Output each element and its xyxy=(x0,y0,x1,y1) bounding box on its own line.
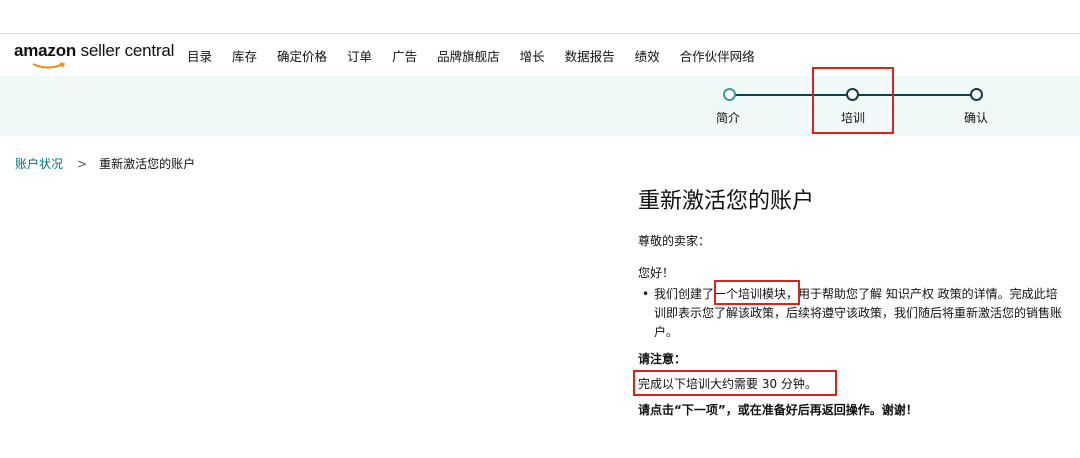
main-menu: 目录 库存 确定价格 订单 广告 品牌旗舰店 增长 数据报告 绩效 合作伙伴网络 xyxy=(187,46,775,65)
bullet-icon: • xyxy=(642,287,650,301)
nav-item-performance[interactable]: 绩效 xyxy=(635,46,660,65)
page-title: 重新激活您的账户 xyxy=(638,189,815,214)
top-navigation-bar: amazon seller central 目录 库存 确定价格 订单 广告 品… xyxy=(0,33,1080,77)
step-dot-confirm xyxy=(970,88,983,101)
breadcrumb-account-health-link[interactable]: 账户状况 xyxy=(15,157,63,171)
step-dot-intro xyxy=(723,88,736,101)
main-content: 重新激活您的账户 尊敬的卖家： 您好！ • 我们创建了一个培训模块，用于帮助您了… xyxy=(638,186,1068,417)
nav-item-pricing[interactable]: 确定价格 xyxy=(277,46,327,65)
step-label-intro: 简介 xyxy=(716,111,741,125)
duration-highlight xyxy=(633,370,837,396)
nav-item-stores[interactable]: 品牌旗舰店 xyxy=(437,46,500,65)
amazon-seller-central-logo[interactable]: amazon seller central xyxy=(14,41,174,73)
nav-item-reports[interactable]: 数据报告 xyxy=(565,46,615,65)
nav-item-orders[interactable]: 订单 xyxy=(347,46,372,65)
current-step-highlight xyxy=(812,67,894,134)
progress-stepper: 简介 培训 确认 xyxy=(0,76,1080,136)
note-title: 请注意： xyxy=(638,352,687,366)
breadcrumb-separator: > xyxy=(77,157,88,171)
amazon-smile-icon xyxy=(32,62,66,69)
step-label-confirm: 确认 xyxy=(964,111,989,125)
logo-text: amazon seller central xyxy=(14,41,175,60)
nav-item-growth[interactable]: 增长 xyxy=(520,46,545,65)
breadcrumb: 账户状况 > 重新激活您的账户 xyxy=(15,155,195,172)
nav-item-inventory[interactable]: 库存 xyxy=(232,46,257,65)
breadcrumb-current: 重新激活您的账户 xyxy=(99,157,196,171)
greeting-text: 您好！ xyxy=(638,266,675,280)
nav-item-catalog[interactable]: 目录 xyxy=(187,46,212,65)
next-step-instruction: 请点击“下一项”，或在准备好后再返回操作。谢谢！ xyxy=(638,403,918,417)
nav-item-partner-network[interactable]: 合作伙伴网络 xyxy=(680,46,755,65)
nav-item-advertising[interactable]: 广告 xyxy=(392,46,417,65)
training-module-highlight xyxy=(714,280,800,305)
salutation-text: 尊敬的卖家： xyxy=(638,234,711,248)
